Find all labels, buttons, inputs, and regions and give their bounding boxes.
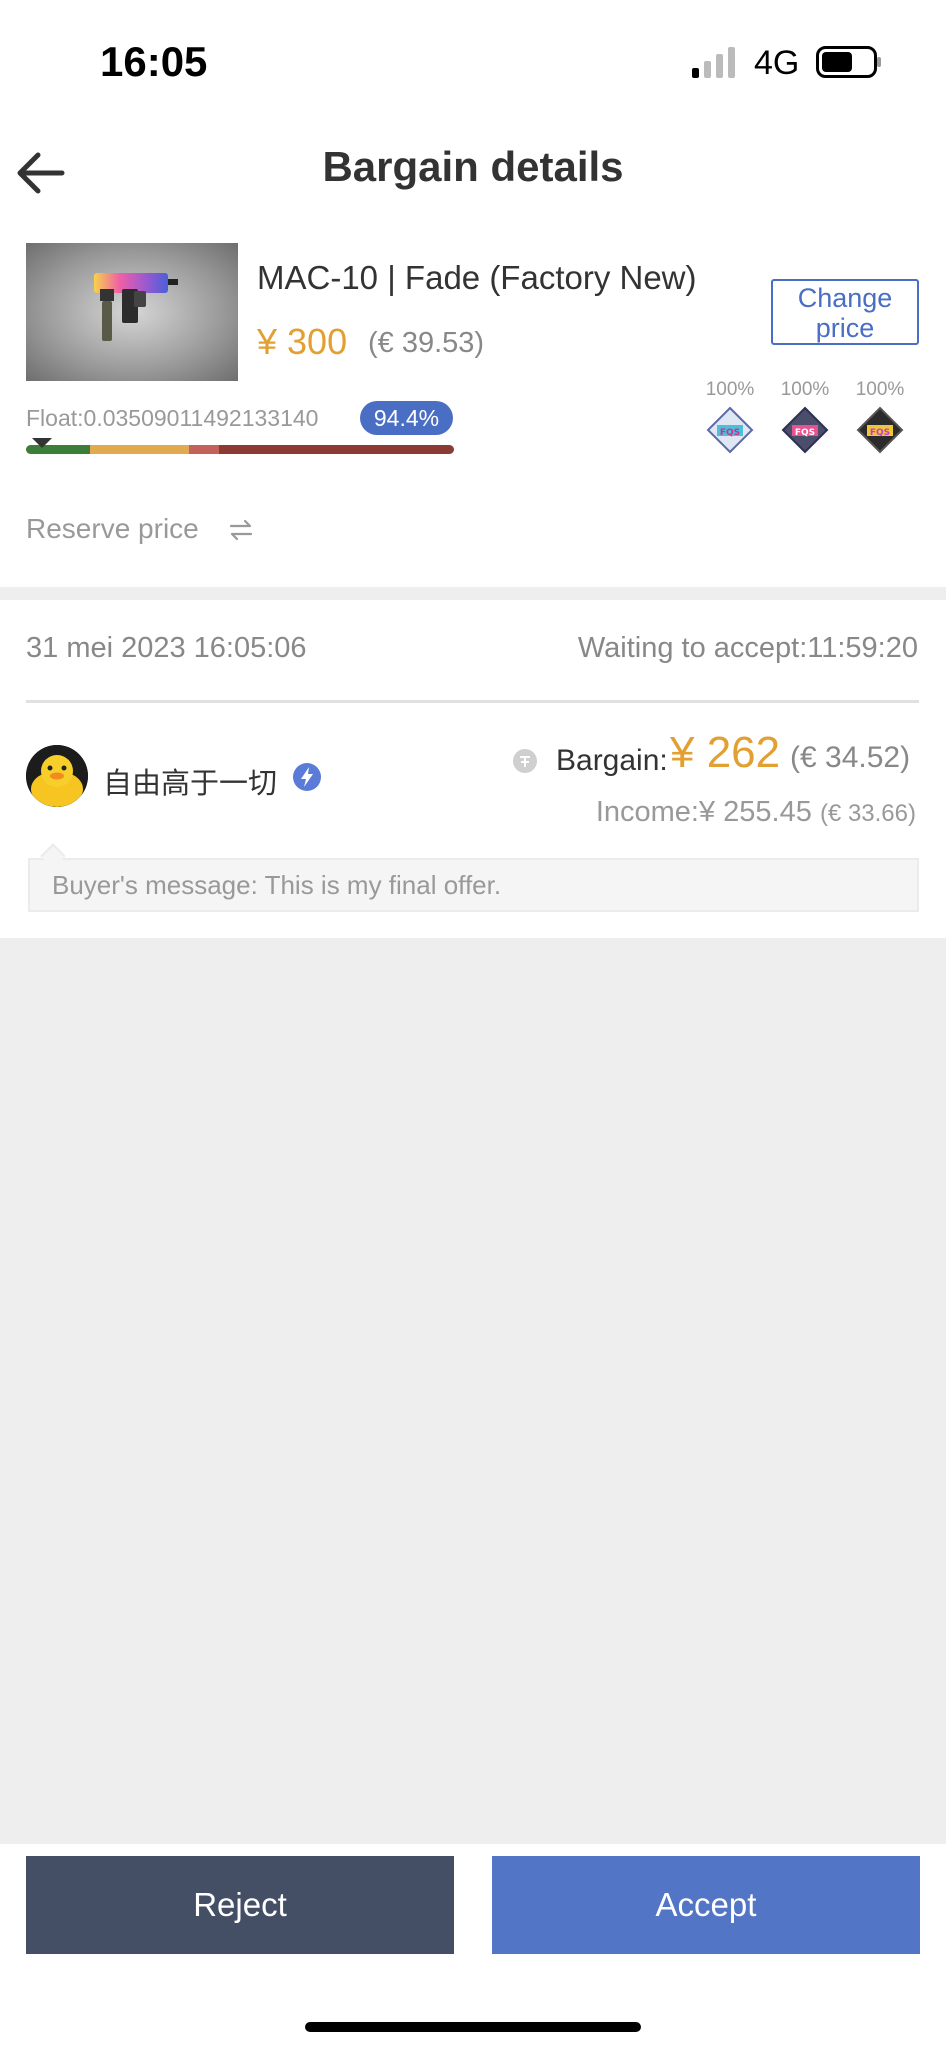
reserve-price-label[interactable]: Reserve price [26,513,199,545]
float-value: Float:0.03509011492133140 [26,405,319,431]
change-price-button[interactable]: Change price [771,279,919,345]
income-eur: (€ 33.66) [819,800,916,827]
nav-bar: Bargain details [0,125,946,235]
item-price: ¥ 300 [257,321,348,362]
bargain-label: Bargain: [556,744,668,777]
wear-bar [26,445,454,454]
item-card: MAC-10 | Fade (Factory New) ¥ 300 (€ 39.… [0,235,946,587]
sticker-icon: FQS [781,406,829,454]
waiting-countdown: Waiting to accept:11:59:20 [577,632,918,664]
battery-icon [816,46,881,78]
sticker-percent: 100% [855,379,905,400]
home-indicator[interactable] [305,2022,641,2032]
page-title: Bargain details [322,143,624,190]
svg-text:FQS: FQS [870,428,890,438]
wear-marker [32,438,52,448]
sticker-slot-2: 100% FQS [775,379,835,455]
wear-percent-badge: 94.4% [360,401,453,435]
sticker-slot-1: 100% FQS [700,379,760,455]
income-label: Income:¥ 255.45 [595,796,812,828]
duck-avatar-icon [26,745,88,807]
swap-icon[interactable] [226,515,256,545]
bargain-amount: ¥ 262 [670,728,781,777]
item-price-eur: (€ 39.53) [368,327,485,359]
action-bar: Reject Accept [0,1844,946,2048]
divider [26,700,919,703]
offer-date: 31 mei 2023 16:05:06 [26,632,307,664]
bargain-amount-eur: (€ 34.52) [790,741,911,774]
signal-icon [692,47,735,78]
offer-card: 31 mei 2023 16:05:06 Waiting to accept:1… [0,600,946,938]
sticker-icon: FQS [706,406,754,454]
buyer-message: Buyer's message: This is my final offer. [28,858,919,912]
accept-button[interactable]: Accept [492,1856,920,1954]
sticker-percent: 100% [705,379,755,400]
item-image [26,243,238,381]
sticker-slot-3: 100% FQS [850,379,910,455]
arrow-left-icon[interactable] [14,145,70,201]
status-bar: 16:05 4G [0,0,946,125]
coin-icon [513,749,537,773]
status-time: 16:05 [100,38,208,85]
buyer-username: 自由高于一切 [103,768,278,800]
reject-button[interactable]: Reject [26,1856,454,1954]
svg-text:FQS: FQS [720,428,740,438]
weapon-icon [94,273,178,341]
svg-text:FQS: FQS [795,428,815,438]
item-name: MAC-10 | Fade (Factory New) [257,259,697,296]
income-row: Income:¥ 255.45 (€ 33.66) [596,796,916,829]
network-type: 4G [754,44,800,82]
sticker-percent: 100% [780,379,830,400]
sticker-icon: FQS [856,406,904,454]
lightning-badge-icon [293,763,321,791]
avatar[interactable] [26,745,88,807]
